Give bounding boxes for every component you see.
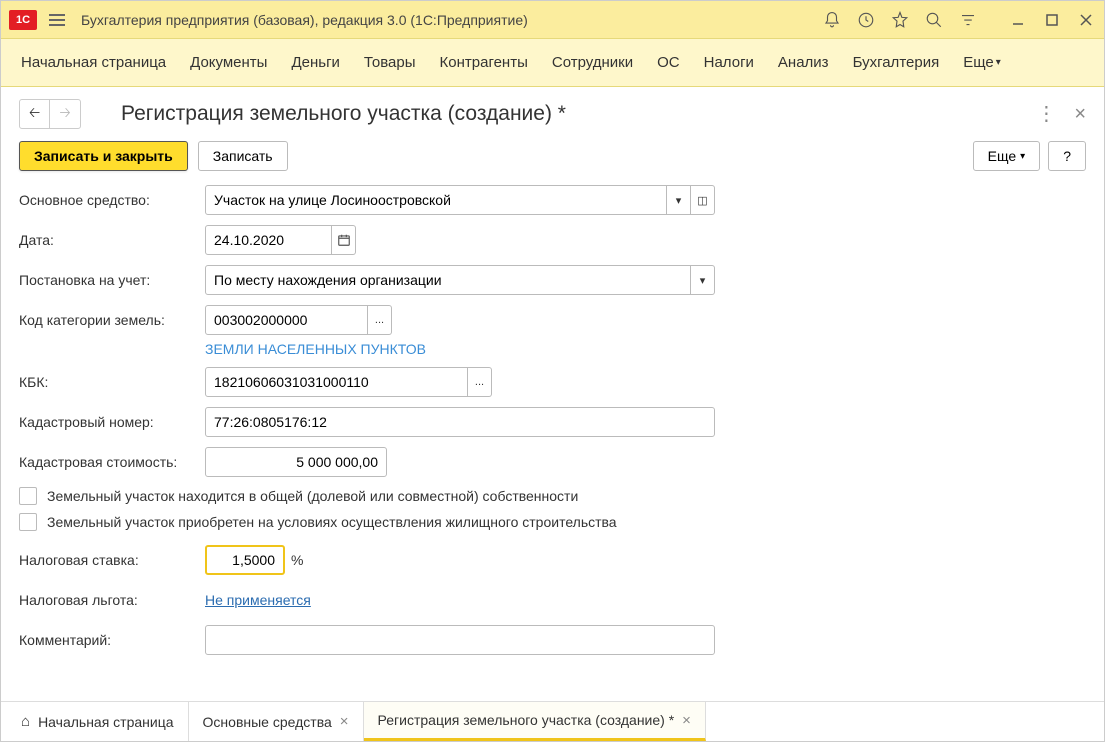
nav-documents[interactable]: Документы: [190, 54, 267, 71]
nav-home[interactable]: Начальная страница: [21, 54, 166, 71]
app-title: Бухгалтерия предприятия (базовая), редак…: [81, 12, 822, 28]
date-label: Дата:: [19, 232, 205, 248]
dropdown-icon[interactable]: ▾: [691, 265, 715, 295]
nav-forward-button[interactable]: 🡢: [50, 100, 80, 128]
housing-construction-label: Земельный участок приобретен на условиях…: [47, 514, 617, 530]
search-icon[interactable]: [924, 10, 944, 30]
asset-input[interactable]: [205, 185, 667, 215]
shared-ownership-label: Земельный участок находится в общей (дол…: [47, 488, 578, 504]
tax-benefit-label: Налоговая льгота:: [19, 592, 205, 608]
comment-input[interactable]: [205, 625, 715, 655]
kbk-label: КБК:: [19, 374, 205, 390]
home-icon: ⌂: [21, 713, 30, 730]
cadastral-num-input[interactable]: [205, 407, 715, 437]
tax-benefit-link[interactable]: Не применяется: [205, 592, 311, 608]
nav-back-button[interactable]: 🡠: [20, 100, 50, 128]
date-input[interactable]: [205, 225, 332, 255]
land-code-hint[interactable]: ЗЕМЛИ НАСЕЛЕННЫХ ПУНКТОВ: [205, 341, 1086, 357]
tax-rate-unit: %: [291, 552, 303, 568]
housing-construction-checkbox[interactable]: [19, 513, 37, 531]
land-code-label: Код категории земель:: [19, 312, 205, 328]
save-close-button[interactable]: Записать и закрыть: [19, 141, 188, 171]
tab-label: Регистрация земельного участка (создание…: [378, 712, 675, 728]
kbk-input[interactable]: [205, 367, 468, 397]
registration-label: Постановка на учет:: [19, 272, 205, 288]
shared-ownership-checkbox[interactable]: [19, 487, 37, 505]
tab-home[interactable]: ⌂ Начальная страница: [7, 702, 189, 741]
history-icon[interactable]: [856, 10, 876, 30]
registration-input[interactable]: [205, 265, 691, 295]
tax-rate-label: Налоговая ставка:: [19, 552, 205, 568]
tab-land-registration[interactable]: Регистрация земельного участка (создание…: [364, 702, 706, 741]
tax-rate-input[interactable]: [205, 545, 285, 575]
land-code-input[interactable]: [205, 305, 368, 335]
page-menu-icon[interactable]: ⋮: [1036, 104, 1056, 124]
tab-label: Начальная страница: [38, 714, 173, 730]
maximize-button[interactable]: [1042, 10, 1062, 30]
nav-arrows: 🡠 🡢: [19, 99, 81, 129]
star-icon[interactable]: [890, 10, 910, 30]
nav-goods[interactable]: Товары: [364, 54, 416, 71]
filter-icon[interactable]: [958, 10, 978, 30]
page-title: Регистрация земельного участка (создание…: [121, 102, 566, 126]
minimize-button[interactable]: [1008, 10, 1028, 30]
nav-analysis[interactable]: Анализ: [778, 54, 829, 71]
page-close-icon[interactable]: ×: [1074, 104, 1086, 124]
bell-icon[interactable]: [822, 10, 842, 30]
nav-counterparties[interactable]: Контрагенты: [440, 54, 528, 71]
more-button[interactable]: Еще ▾: [973, 141, 1041, 171]
nav-accounting[interactable]: Бухгалтерия: [853, 54, 940, 71]
help-button[interactable]: ?: [1048, 141, 1086, 171]
nav-money[interactable]: Деньги: [291, 54, 339, 71]
nav-taxes[interactable]: Налоги: [704, 54, 754, 71]
page-content: 🡠 🡢 Регистрация земельного участка (созд…: [1, 87, 1104, 701]
app-logo: 1С: [9, 10, 37, 30]
cadastral-cost-label: Кадастровая стоимость:: [19, 454, 205, 470]
nav-more[interactable]: Еще ▾: [963, 54, 1001, 71]
asset-label: Основное средство:: [19, 192, 205, 208]
tab-assets[interactable]: Основные средства ×: [189, 702, 364, 741]
titlebar: 1С Бухгалтерия предприятия (базовая), ре…: [1, 1, 1104, 39]
menu-icon[interactable]: [45, 8, 69, 32]
close-tab-icon[interactable]: ×: [682, 712, 691, 729]
calendar-icon[interactable]: [332, 225, 356, 255]
open-ref-icon[interactable]: ◫: [691, 185, 715, 215]
titlebar-actions: [822, 10, 1096, 30]
close-tab-icon[interactable]: ×: [340, 713, 349, 730]
tabs-footer: ⌂ Начальная страница Основные средства ×…: [1, 701, 1104, 741]
main-toolbar: Начальная страница Документы Деньги Това…: [1, 39, 1104, 87]
ellipsis-icon[interactable]: ...: [368, 305, 392, 335]
save-button[interactable]: Записать: [198, 141, 288, 171]
comment-label: Комментарий:: [19, 632, 205, 648]
dropdown-icon[interactable]: ▾: [667, 185, 691, 215]
nav-assets[interactable]: ОС: [657, 54, 680, 71]
nav-employees[interactable]: Сотрудники: [552, 54, 633, 71]
cadastral-num-label: Кадастровый номер:: [19, 414, 205, 430]
tab-label: Основные средства: [203, 714, 332, 730]
close-button[interactable]: [1076, 10, 1096, 30]
ellipsis-icon[interactable]: ...: [468, 367, 492, 397]
cadastral-cost-input[interactable]: [205, 447, 387, 477]
